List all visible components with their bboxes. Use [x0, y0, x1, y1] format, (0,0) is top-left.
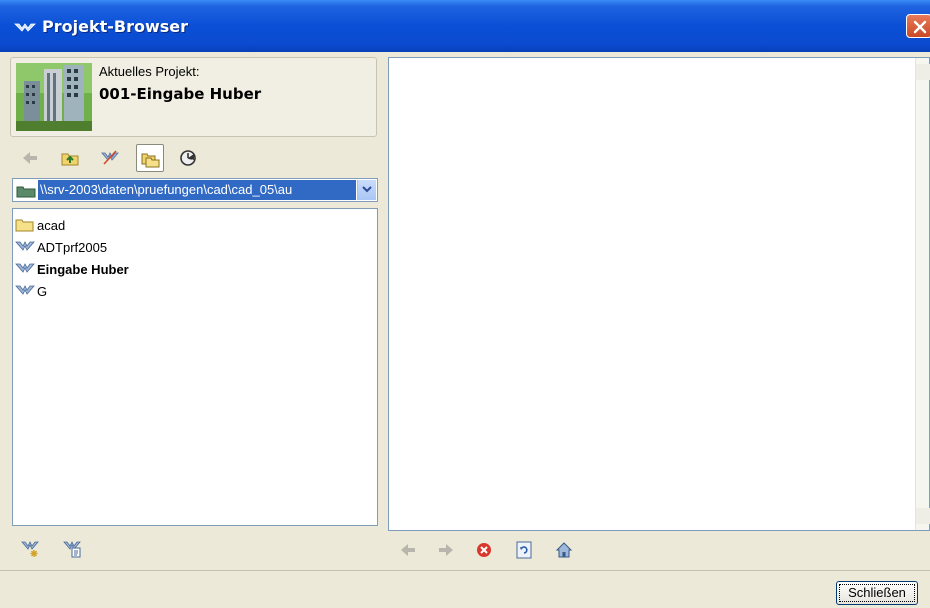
clock-icon: [180, 150, 196, 166]
network-drive-icon: [16, 183, 36, 203]
vertical-scrollbar[interactable]: [915, 58, 930, 530]
refresh-icon: [516, 541, 532, 559]
back-arrow-icon: [401, 544, 415, 556]
tree-item-label: G: [37, 283, 48, 299]
current-project-panel: Aktuelles Projekt: 001-Eingabe Huber: [10, 57, 377, 137]
history-button[interactable]: [174, 144, 202, 172]
scroll-up-button[interactable]: [916, 64, 930, 80]
browser-forward-button[interactable]: [432, 536, 460, 564]
tree-item-adtprf2005[interactable]: ADTprf2005: [15, 237, 107, 257]
new-project-icon: [21, 541, 39, 557]
scroll-down-button[interactable]: [916, 508, 930, 524]
close-icon: [913, 20, 927, 34]
path-dropdown-button[interactable]: [357, 180, 376, 200]
project-filter-button[interactable]: [96, 144, 124, 172]
title-bar[interactable]: Projekt-Browser: [0, 0, 930, 52]
stop-icon: [477, 543, 491, 557]
project-properties-icon: [63, 541, 81, 558]
browser-home-button[interactable]: [550, 536, 578, 564]
project-browser-icon: [14, 20, 36, 34]
folder-icon: [15, 217, 35, 233]
chevron-down-icon: [362, 186, 372, 193]
project-building-icon: [16, 63, 92, 131]
path-value[interactable]: \\srv-2003\daten\pruefungen\cad\cad_05\a…: [38, 180, 356, 200]
focus-ring: [839, 584, 915, 602]
browser-navigation-bar: [392, 534, 922, 568]
tree-item-label: ADTprf2005: [37, 239, 108, 255]
tree-item-g[interactable]: G: [15, 281, 47, 301]
dialog-footer: Schließen: [0, 570, 930, 608]
project-icon: [101, 150, 119, 165]
folders-view-button[interactable]: [136, 144, 164, 172]
project-icon: [15, 239, 35, 255]
browser-back-button[interactable]: [394, 536, 422, 564]
tree-item-acad[interactable]: acad: [15, 215, 65, 235]
path-combo[interactable]: \\srv-2003\daten\pruefungen\cad\cad_05\a…: [12, 178, 378, 202]
close-window-button[interactable]: [906, 14, 930, 38]
project-actions-toolbar: [10, 530, 378, 564]
browser-refresh-button[interactable]: [510, 536, 538, 564]
tree-item-label: Eingabe Huber: [37, 261, 129, 277]
project-icon: [15, 261, 35, 277]
home-icon: [555, 542, 573, 558]
back-button[interactable]: [16, 144, 44, 172]
project-browser-window: Projekt-Browser Aktuelles Projekt: 001-E…: [0, 0, 930, 608]
project-icon: [15, 283, 35, 299]
current-project-name: 001-Eingabe Huber: [99, 85, 262, 103]
up-folder-button[interactable]: [56, 144, 84, 172]
current-project-label: Aktuelles Projekt:: [99, 64, 200, 79]
tree-item-eingabe-huber[interactable]: Eingabe Huber: [15, 259, 129, 279]
new-project-button[interactable]: [16, 534, 44, 562]
browser-stop-button[interactable]: [470, 536, 498, 564]
tree-item-label: acad: [37, 217, 66, 233]
window-title: Projekt-Browser: [42, 17, 188, 36]
back-arrow-icon: [23, 152, 37, 164]
folder-up-icon: [61, 153, 79, 166]
left-toolbar: [10, 140, 378, 176]
preview-pane[interactable]: [388, 57, 930, 531]
project-properties-button[interactable]: [58, 534, 86, 562]
folders-icon: [141, 153, 160, 168]
close-button[interactable]: Schließen: [836, 581, 918, 605]
forward-arrow-icon: [439, 544, 453, 556]
folder-tree[interactable]: acad ADTprf2005 Eingabe Huber G: [12, 208, 378, 526]
